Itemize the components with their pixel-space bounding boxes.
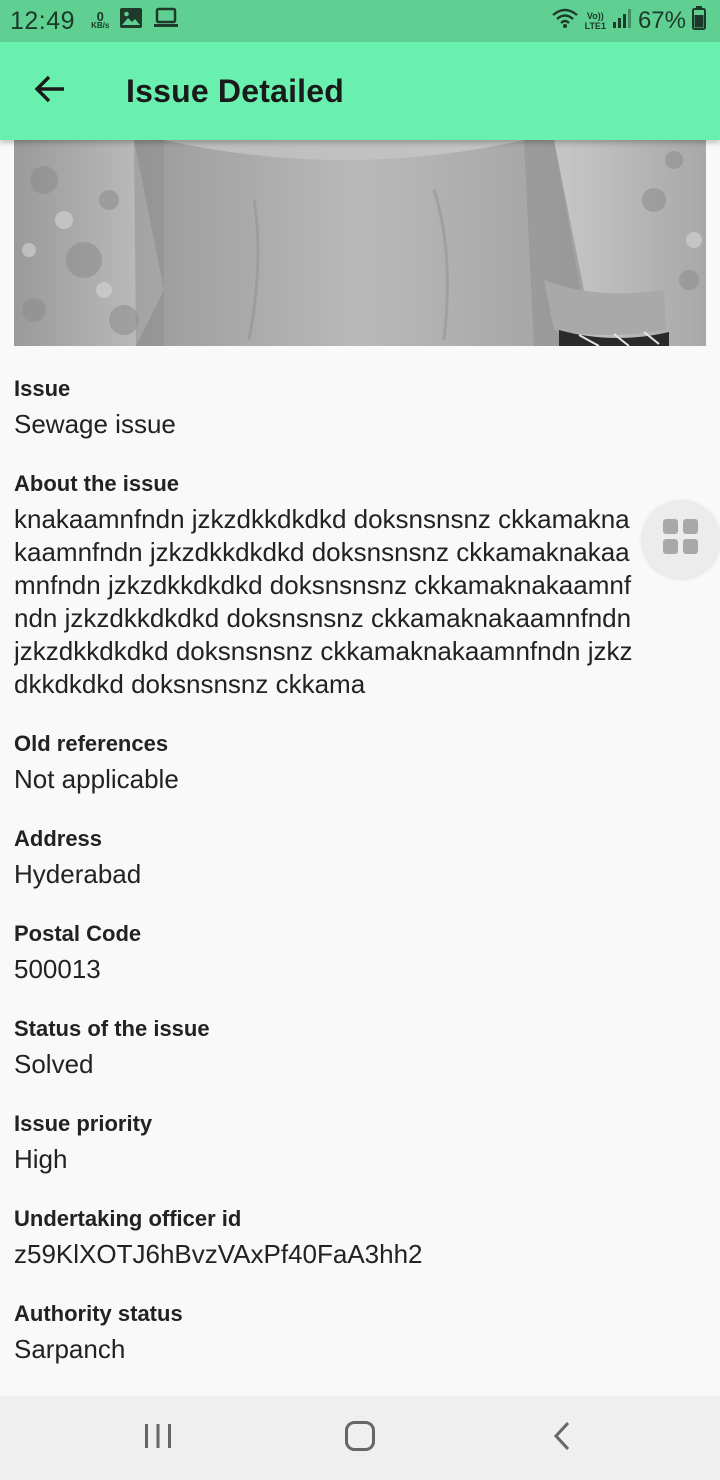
status-label: Status of the issue (14, 1016, 210, 1041)
issue-field: Issue Sewage issue (14, 376, 634, 441)
old-references-label: Old references (14, 731, 169, 756)
nav-back-button[interactable] (502, 1396, 622, 1480)
signal-icon (612, 7, 632, 36)
officer-id-label: Undertaking officer id (14, 1206, 242, 1231)
issue-label: Issue (14, 376, 71, 401)
back-icon (551, 1421, 573, 1456)
back-button[interactable] (20, 61, 80, 121)
authority-status-label: Authority status (14, 1301, 183, 1326)
about-field: About the issue knakaamnfndn jzkzdkkdkdk… (14, 471, 634, 701)
address-field: Address Hyderabad (14, 826, 634, 891)
home-button[interactable] (300, 1396, 420, 1480)
issue-details: Issue Sewage issue About the issue knaka… (14, 346, 634, 1396)
priority-value: High (14, 1144, 68, 1174)
postal-code-label: Postal Code (14, 921, 142, 946)
data-rate-unit: KB/s (91, 21, 110, 30)
network-vo: Vo)) (586, 11, 604, 21)
authority-status-value: Sarpanch (14, 1334, 126, 1364)
data-rate-indicator: 0 KB/s (91, 9, 110, 30)
officer-id-field: Undertaking officer id z59KlXOTJ6hBvzVAx… (14, 1206, 634, 1271)
battery-icon (692, 5, 706, 37)
priority-label: Issue priority (14, 1111, 153, 1136)
address-value: Hyderabad (14, 859, 142, 889)
authority-status-field: Authority status Sarpanch (14, 1301, 634, 1366)
status-value: Solved (14, 1049, 94, 1079)
about-label: About the issue (14, 471, 180, 496)
battery-percent: 67% (637, 7, 686, 34)
network-lte: LTE1 (584, 21, 606, 31)
grid-icon (662, 518, 700, 561)
issue-value: Sewage issue (14, 409, 176, 439)
page-title: Issue Detailed (126, 72, 345, 109)
priority-field: Issue priority High (14, 1111, 634, 1176)
home-icon (344, 1420, 376, 1457)
issue-photo (14, 140, 706, 346)
system-nav-bar (0, 1396, 720, 1480)
postal-code-field: Postal Code 500013 (14, 921, 634, 986)
recent-apps-button[interactable] (98, 1396, 218, 1480)
postal-code-value: 500013 (14, 954, 101, 984)
arrow-left-icon (34, 75, 66, 108)
app-bar: Issue Detailed (0, 42, 720, 140)
data-rate-value: 0 (96, 9, 104, 24)
wifi-icon (551, 7, 579, 36)
floating-grid-button[interactable] (642, 500, 720, 578)
recent-apps-icon (143, 1422, 173, 1455)
officer-id-value: z59KlXOTJ6hBvzVAxPf40FaA3hh2 (14, 1239, 423, 1269)
about-value: knakaamnfndn jzkzdkkdkdkd doksnsnsnz ckk… (14, 504, 633, 699)
old-references-value: Not applicable (14, 764, 179, 794)
gallery-icon (119, 7, 143, 36)
laptop-icon (153, 7, 179, 36)
status-bar: 12:49 0 KB/s Vo)) LTE1 67% (0, 0, 720, 42)
old-references-field: Old references Not applicable (14, 731, 634, 796)
status-time: 12:49 (10, 6, 76, 35)
status-field: Status of the issue Solved (14, 1016, 634, 1081)
address-label: Address (14, 826, 103, 851)
network-type: Vo)) LTE1 (585, 11, 606, 31)
